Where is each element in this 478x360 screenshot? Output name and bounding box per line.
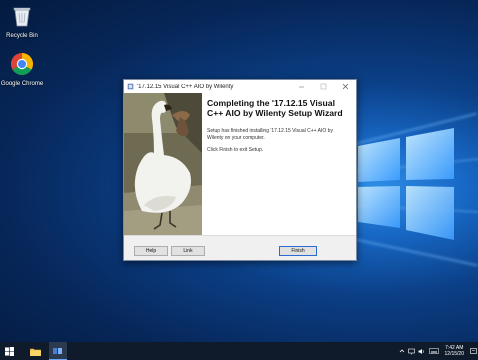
desktop-icon-chrome[interactable]: Google Chrome — [0, 52, 44, 88]
tray-network[interactable] — [407, 342, 417, 360]
help-button[interactable]: Help — [134, 246, 168, 256]
wizard-content: Completing the '17.12.15 Visual C++ AIO … — [202, 93, 356, 235]
taskbar-file-explorer[interactable] — [26, 342, 44, 360]
tray-overflow-button[interactable] — [397, 342, 407, 360]
notification-icon — [469, 347, 477, 354]
taskbar-setup-app[interactable] — [49, 342, 67, 360]
taskbar: 7:42 AM 12/15/20 — [0, 342, 478, 360]
dialog-title: '17.12.15 Visual C++ AIO by Wilenty — [137, 83, 234, 90]
action-center-button[interactable] — [468, 342, 478, 360]
close-icon — [342, 83, 348, 90]
setup-app-icon — [53, 347, 62, 354]
chrome-icon — [11, 53, 33, 75]
file-explorer-icon — [29, 348, 41, 356]
minimize-icon — [298, 86, 304, 88]
setup-app-icon — [127, 83, 134, 90]
tray-volume[interactable] — [417, 342, 427, 360]
chevron-up-icon — [399, 349, 404, 353]
dialog-titlebar[interactable]: '17.12.15 Visual C++ AIO by Wilenty — [124, 80, 356, 93]
maximize-icon — [320, 83, 326, 90]
tray-keyboard[interactable] — [427, 342, 441, 360]
system-tray: 7:42 AM 12/15/20 — [397, 342, 478, 360]
recycle-bin-icon — [13, 7, 31, 27]
completion-message: Setup has finished installing '17.12.15 … — [207, 128, 333, 141]
taskbar-clock[interactable]: 7:42 AM 12/15/20 — [445, 345, 464, 357]
wizard-heading: Completing the '17.12.15 Visual C++ AIO … — [207, 98, 343, 118]
link-button[interactable]: Link — [171, 246, 205, 256]
volume-icon — [418, 348, 424, 354]
start-button[interactable] — [0, 342, 18, 360]
network-icon — [408, 348, 415, 354]
wizard-panel: Completing the '17.12.15 Visual C++ AIO … — [124, 93, 356, 235]
finish-button[interactable]: Finish — [279, 246, 317, 256]
minimize-button[interactable] — [290, 80, 312, 93]
finish-instruction: Click Finish to exit Setup. — [207, 147, 264, 153]
close-button[interactable] — [334, 80, 356, 93]
keyboard-icon — [428, 348, 439, 354]
desktop-icon-recycle-bin[interactable]: Recycle Bin — [0, 4, 44, 40]
setup-wizard-dialog: '17.12.15 Visual C++ AIO by Wilenty Comp… — [123, 79, 357, 261]
clock-date: 12/15/20 — [444, 351, 464, 357]
maximize-button[interactable] — [312, 80, 334, 93]
windows-logo-light — [358, 128, 454, 240]
desktop-icon-label: Google Chrome — [0, 81, 44, 87]
start-icon — [4, 346, 14, 356]
swan-photo — [124, 93, 202, 235]
desktop-icon-label: Recycle Bin — [6, 33, 38, 39]
wizard-footer: Help Link Finish — [124, 235, 356, 260]
